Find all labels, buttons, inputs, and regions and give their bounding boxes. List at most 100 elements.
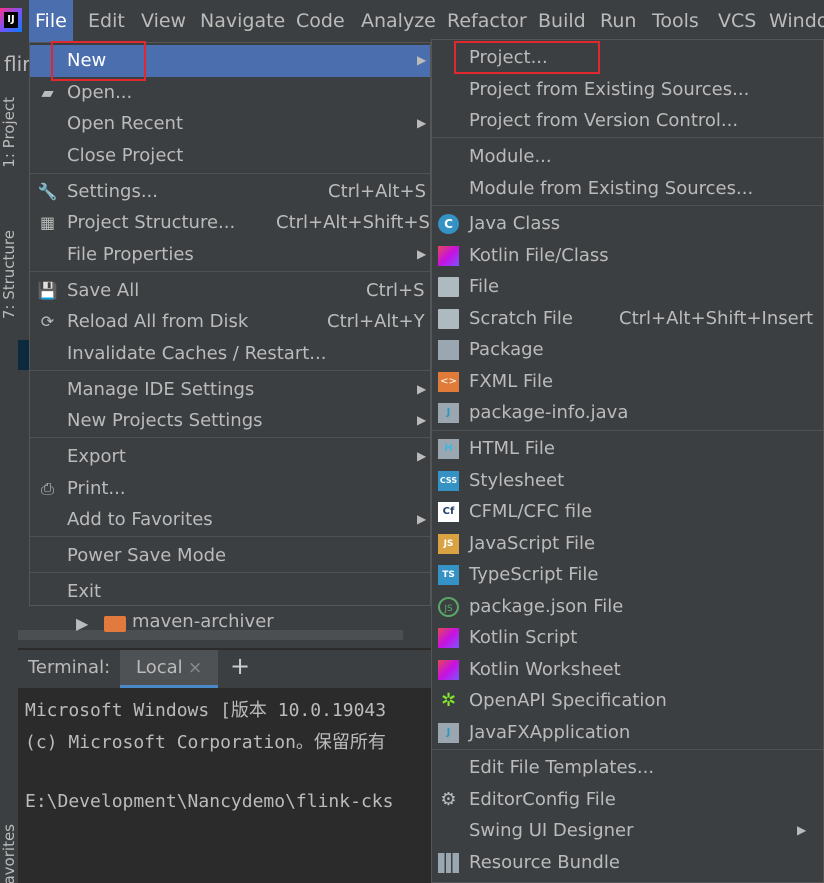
openapi-icon: ✲: [440, 690, 457, 711]
menu-item-export[interactable]: Export ▶: [30, 441, 430, 473]
menu-item-label: Scratch File: [469, 308, 573, 329]
scratch-file-icon: [438, 309, 459, 329]
menu-view[interactable]: View: [141, 0, 186, 42]
kotlin-worksheet-icon: [438, 660, 459, 680]
menu-item-label: Exit: [67, 581, 102, 602]
menu-window[interactable]: Windo: [769, 0, 824, 42]
menu-item-label: package-info.java: [469, 402, 629, 423]
menu-item-label: Resource Bundle: [469, 852, 620, 873]
menu-refactor[interactable]: Refactor: [447, 0, 527, 42]
menu-item-file-properties[interactable]: File Properties ▶: [30, 239, 430, 271]
new-item-stylesheet[interactable]: CSS Stylesheet: [432, 465, 823, 497]
menu-code[interactable]: Code: [296, 0, 345, 42]
menu-item-open-recent[interactable]: Open Recent ▶: [30, 108, 430, 140]
menu-item-invalidate-caches[interactable]: Invalidate Caches / Restart...: [30, 338, 430, 370]
terminal-output[interactable]: Microsoft Windows [版本 10.0.19043 (c) Mic…: [18, 688, 438, 883]
new-item-openapi[interactable]: ✲ OpenAPI Specification: [432, 685, 823, 717]
javafx-icon: J: [438, 723, 459, 743]
new-item-cfml-file[interactable]: Cf CFML/CFC file: [432, 496, 823, 528]
new-item-kotlin-worksheet[interactable]: Kotlin Worksheet: [432, 654, 823, 686]
terminal-tab-label: Local: [136, 657, 183, 678]
new-item-package-info[interactable]: J package-info.java: [432, 397, 823, 429]
project-tool-tab[interactable]: 1: Project: [0, 97, 18, 168]
highlight-box: [51, 41, 146, 81]
menu-analyze[interactable]: Analyze: [361, 0, 436, 42]
expand-arrow-icon[interactable]: ▶: [76, 614, 88, 633]
menu-separator: [30, 572, 430, 573]
new-item-package-json[interactable]: JS package.json File: [432, 591, 823, 623]
new-item-typescript-file[interactable]: TS TypeScript File: [432, 559, 823, 591]
menu-item-close-project[interactable]: Close Project: [30, 140, 430, 172]
menu-file[interactable]: File: [29, 0, 73, 42]
new-item-swing-ui-designer[interactable]: Swing UI Designer ▶: [432, 815, 823, 847]
menu-item-label: Stylesheet: [469, 470, 565, 491]
menu-item-label: FXML File: [469, 371, 554, 392]
menu-item-exit[interactable]: Exit: [30, 576, 430, 608]
menu-item-label: Add to Favorites: [67, 509, 213, 530]
menu-build[interactable]: Build: [538, 0, 586, 42]
menu-item-power-save-mode[interactable]: Power Save Mode: [30, 540, 430, 572]
save-icon: 💾: [37, 281, 58, 300]
new-item-kotlin-file[interactable]: Kotlin File/Class: [432, 240, 823, 272]
menu-item-label: Kotlin Script: [469, 627, 578, 648]
new-item-package[interactable]: Package: [432, 334, 823, 366]
close-tab-icon[interactable]: ×: [188, 658, 202, 678]
menu-item-open[interactable]: ▰ Open...: [30, 77, 430, 109]
menu-item-label: Open Recent: [67, 113, 184, 134]
new-item-project-existing[interactable]: Project from Existing Sources...: [432, 74, 823, 106]
new-item-html-file[interactable]: H HTML File: [432, 433, 823, 465]
menu-item-reload[interactable]: ⟳ Reload All from Disk Ctrl+Alt+Y: [30, 306, 430, 338]
project-name[interactable]: flir: [4, 52, 30, 76]
terminal-header: Terminal: Local × +: [18, 650, 438, 688]
menu-edit[interactable]: Edit: [88, 0, 125, 42]
tree-row-maven-archiver[interactable]: ▶ maven-archiver: [70, 608, 410, 638]
intellij-logo-icon[interactable]: IJ: [0, 8, 22, 32]
new-item-edit-file-templates[interactable]: Edit File Templates...: [432, 752, 823, 784]
menu-run[interactable]: Run: [600, 0, 636, 42]
menu-bar: IJ File Edit View Navigate Code Analyze …: [0, 0, 824, 42]
menu-separator: [432, 205, 823, 206]
new-item-fxml-file[interactable]: <> FXML File: [432, 366, 823, 398]
menu-item-label: Package: [469, 339, 544, 360]
new-item-kotlin-script[interactable]: Kotlin Script: [432, 622, 823, 654]
new-item-project-vcs[interactable]: Project from Version Control...: [432, 105, 823, 137]
new-item-javafx-application[interactable]: J JavaFXApplication: [432, 717, 823, 749]
menu-separator: [30, 536, 430, 537]
submenu-arrow-icon: ▶: [417, 53, 427, 67]
menu-item-label: JavaFXApplication: [469, 722, 631, 743]
menu-item-save-all[interactable]: 💾 Save All Ctrl+S: [30, 275, 430, 307]
menu-item-label: Edit File Templates...: [469, 757, 655, 778]
menu-navigate[interactable]: Navigate: [200, 0, 285, 42]
new-item-resource-bundle[interactable]: Resource Bundle: [432, 847, 823, 879]
menu-item-settings[interactable]: 🔧 Settings... Ctrl+Alt+S: [30, 176, 430, 208]
new-item-editorconfig[interactable]: ⚙ EditorConfig File: [432, 784, 823, 816]
new-item-java-class[interactable]: C Java Class: [432, 208, 823, 240]
new-item-scratch-file[interactable]: Scratch File Ctrl+Alt+Shift+Insert: [432, 303, 823, 335]
navigation-bar: flir: [0, 42, 30, 88]
menu-item-new-projects-settings[interactable]: New Projects Settings ▶: [30, 405, 430, 437]
menu-item-label: Export: [67, 446, 126, 467]
new-item-file[interactable]: File: [432, 271, 823, 303]
menu-item-label: JavaScript File: [469, 533, 596, 554]
menu-item-print[interactable]: ⎙ Print...: [30, 473, 430, 505]
menu-item-label: Project Structure...: [67, 212, 236, 233]
new-terminal-tab-icon[interactable]: +: [230, 652, 250, 680]
new-item-module-existing[interactable]: Module from Existing Sources...: [432, 173, 823, 205]
menu-vcs[interactable]: VCS: [718, 0, 756, 42]
new-submenu: Project... Project from Existing Sources…: [431, 39, 824, 883]
new-item-javascript-file[interactable]: JS JavaScript File: [432, 528, 823, 560]
menu-item-manage-ide-settings[interactable]: Manage IDE Settings ▶: [30, 374, 430, 406]
terminal-title: Terminal:: [28, 657, 111, 678]
new-item-module[interactable]: Module...: [432, 141, 823, 173]
menu-tools[interactable]: Tools: [652, 0, 699, 42]
menu-item-project-structure[interactable]: ▦ Project Structure... Ctrl+Alt+Shift+S: [30, 207, 430, 239]
menu-item-add-to-favorites[interactable]: Add to Favorites ▶: [30, 504, 430, 536]
resource-bundle-icon: [438, 853, 459, 873]
structure-tool-tab[interactable]: 7: Structure: [0, 230, 18, 319]
menu-separator: [432, 749, 823, 750]
javascript-file-icon: JS: [438, 534, 459, 554]
terminal-tab-local[interactable]: Local ×: [120, 650, 218, 688]
favorites-tool-tab[interactable]: avorites: [0, 824, 18, 883]
menu-item-shortcut: Ctrl+Alt+S: [328, 181, 426, 202]
package-info-icon: J: [438, 403, 459, 423]
